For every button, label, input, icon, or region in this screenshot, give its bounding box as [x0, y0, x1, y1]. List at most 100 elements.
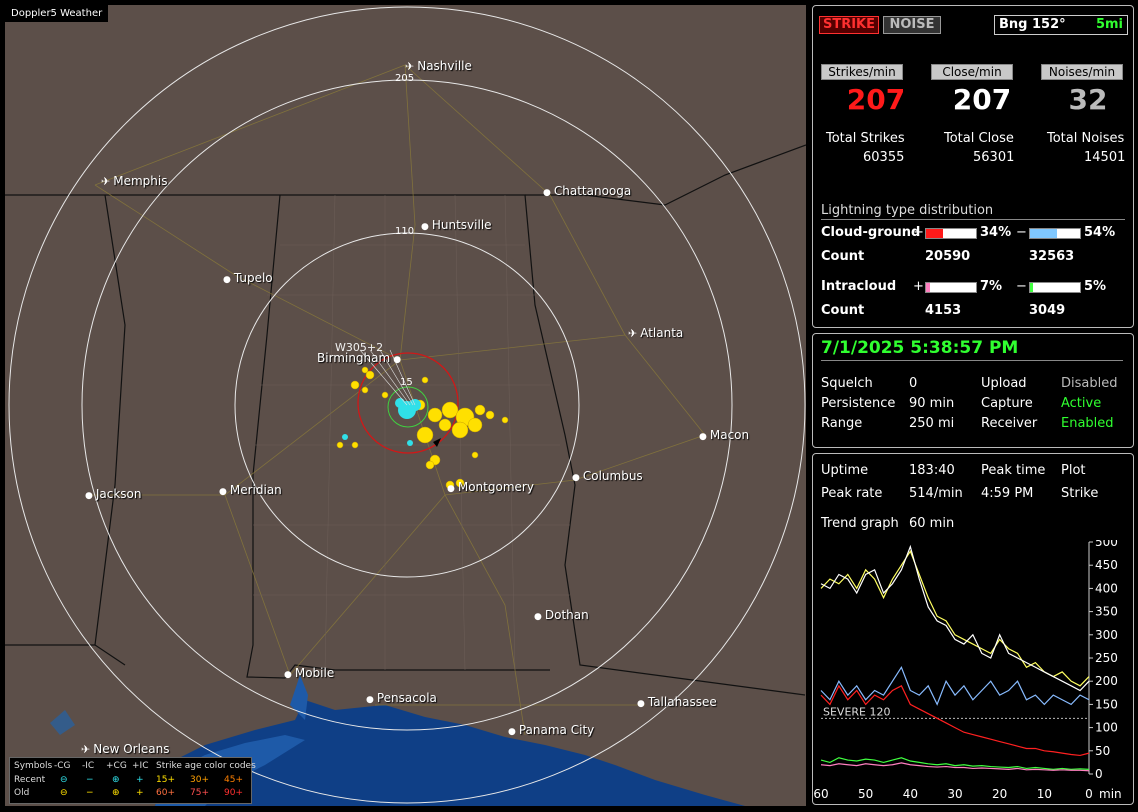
- range-label: Range: [821, 416, 863, 431]
- total-noises-value: 14501: [1084, 150, 1126, 165]
- trend-chart: 50045040035030025020015010050060 50 40 30 20…: [813, 540, 1122, 801]
- city-montgomery: ● Montgomery: [447, 480, 534, 494]
- total-close-label: Total Close: [944, 131, 1014, 146]
- total-strikes-value: 60355: [863, 150, 905, 165]
- distribution-divider: [821, 219, 1125, 220]
- city-chattanooga: ● Chattanooga: [543, 184, 631, 198]
- city-meridian: ● Meridian: [219, 483, 282, 497]
- city-label: Pensacola: [376, 691, 437, 705]
- city-label: Meridian: [229, 483, 282, 497]
- city-label: Chattanooga: [553, 184, 632, 198]
- city-dot-icon: ●: [393, 355, 402, 365]
- x-tick-label: 10: [1037, 787, 1052, 801]
- city-mobile: ● Mobile: [284, 666, 334, 680]
- city-atlanta: ✈ Atlanta: [628, 326, 683, 340]
- age-45: 45+: [224, 775, 243, 785]
- bearing-value: Bng 152°: [999, 17, 1066, 32]
- x-tick-label: 60: [813, 787, 828, 801]
- plot-label: Plot: [1061, 463, 1086, 478]
- peak-time-label: Peak time: [981, 463, 1046, 478]
- pos-cg-old-icon: ⊕: [112, 788, 120, 798]
- city-label: New Orleans: [93, 742, 170, 756]
- y-tick-label: 350: [1095, 605, 1118, 619]
- noise-toggle-button[interactable]: NOISE: [883, 16, 941, 34]
- county-lines: [253, 194, 570, 671]
- datetime-divider: [821, 360, 1123, 361]
- receiver-label: Receiver: [981, 416, 1038, 431]
- strike-toggle-button[interactable]: STRIKE: [819, 16, 879, 34]
- cloud-ground-label: Cloud-ground: [821, 225, 921, 240]
- ic-pos-count: 4153: [925, 303, 962, 318]
- uptime-value: 183:40: [909, 463, 955, 478]
- lake-pontchartrain: [50, 710, 75, 735]
- city-label: Panama City: [518, 723, 595, 737]
- neg-cg-recent-icon: ⊖: [60, 775, 68, 785]
- bearing-box: Bng 152° 5mi: [994, 15, 1128, 35]
- neg-ic-old-icon: −: [86, 788, 94, 798]
- city-dot-icon: ●: [421, 222, 429, 232]
- x-tick-label: 50: [858, 787, 873, 801]
- city-panama-city: ● Panama City: [508, 723, 594, 737]
- capture-label: Capture: [981, 396, 1033, 411]
- range-label-inner: 15: [400, 377, 413, 388]
- lightning-map[interactable]: W305+2 205 110 15 ✈ Nashville ✈ Memphis ● Cha…: [5, 5, 806, 806]
- receiver-value: Enabled: [1061, 416, 1114, 431]
- strike-cluster: [336, 366, 509, 490]
- legend-neg-cg: -CG: [54, 761, 71, 771]
- city-label: Macon: [709, 428, 750, 442]
- capture-value: Active: [1061, 396, 1102, 411]
- legend-recent: Recent: [14, 775, 46, 785]
- age-90: 90+: [224, 788, 243, 798]
- pos-ic-recent-icon: +: [136, 775, 144, 785]
- x-unit-label: min: [1099, 787, 1122, 801]
- city-dot-icon: ●: [223, 275, 231, 285]
- ic-plus-sign: +: [913, 279, 924, 294]
- city-label: Huntsville: [431, 218, 492, 232]
- city-label: Tupelo: [233, 271, 273, 285]
- cg-neg-pct: 54%: [1084, 225, 1116, 240]
- strike-stats-panel: STRIKE NOISE Bng 152° 5mi Strikes/min Cl…: [812, 5, 1134, 328]
- cg-minus-sign: −: [1016, 225, 1027, 240]
- cg-pos-bar: [925, 228, 977, 239]
- ic-neg-pct: 5%: [1084, 279, 1107, 294]
- strikes-min-label: Strikes/min: [821, 64, 903, 80]
- persistence-label: Persistence: [821, 396, 896, 411]
- y-tick-label: 450: [1095, 558, 1118, 572]
- y-tick-label: 250: [1095, 651, 1118, 665]
- upload-value: Disabled: [1061, 376, 1118, 391]
- cg-pos-count: 20590: [925, 249, 971, 264]
- legend-old: Old: [14, 788, 30, 798]
- ic-pos-pct: 7%: [980, 279, 1003, 294]
- y-tick-label: 100: [1095, 721, 1118, 735]
- peak-rate-label: Peak rate: [821, 486, 883, 501]
- city-label: Mobile: [294, 666, 335, 680]
- city-dot-icon: ●: [572, 473, 580, 483]
- ic-pos-bar: [925, 282, 977, 293]
- city-label: Nashville: [417, 59, 472, 73]
- settings-panel: 7/1/2025 5:38:57 PM Squelch 0 Persistenc…: [812, 333, 1134, 448]
- city-tupelo: ● Tupelo: [223, 271, 273, 285]
- city-pensacola: ● Pensacola: [366, 691, 437, 705]
- trend-series-1: [820, 544, 1090, 692]
- pos-ic-old-icon: +: [136, 788, 144, 798]
- neg-ic-recent-icon: −: [86, 775, 94, 785]
- distribution-title: Lightning type distribution: [821, 203, 994, 218]
- y-tick-label: 150: [1095, 697, 1118, 711]
- trend-series-5: [820, 762, 1090, 772]
- ic-count-label: Count: [821, 303, 865, 318]
- city-label: Atlanta: [640, 326, 684, 340]
- city-label: Tallahassee: [647, 695, 717, 709]
- airport-icon: ✈: [101, 175, 111, 188]
- squelch-value: 0: [909, 376, 918, 391]
- x-tick-label: 40: [903, 787, 918, 801]
- map-canvas: W305+2: [5, 6, 806, 806]
- cg-neg-count: 32563: [1029, 249, 1075, 264]
- city-tallahassee: ● Tallahassee: [637, 695, 717, 709]
- city-birmingham: Birmingham ●: [317, 351, 404, 365]
- city-dot-icon: ●: [508, 727, 516, 737]
- pos-cg-recent-icon: ⊕: [112, 775, 120, 785]
- noises-min-label: Noises/min: [1041, 64, 1123, 80]
- city-label: Memphis: [113, 174, 168, 188]
- x-tick-label: 0: [1085, 787, 1093, 801]
- age-30: 30+: [190, 775, 209, 785]
